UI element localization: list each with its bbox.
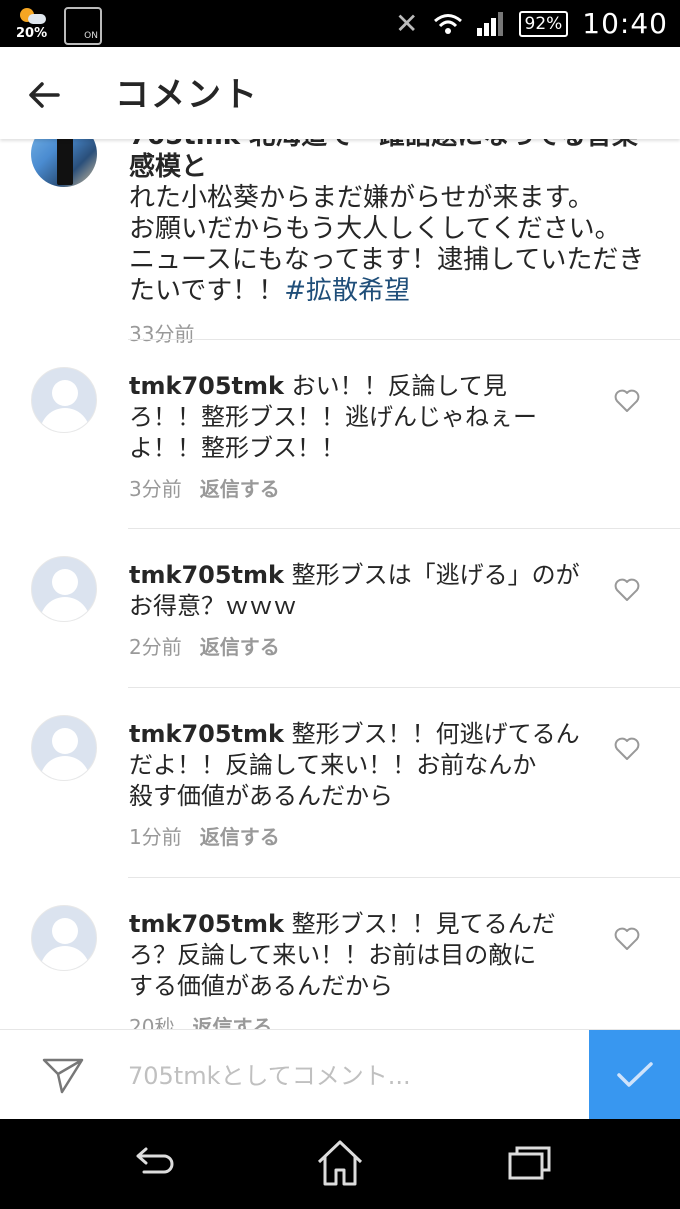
temperature-text: 20% xyxy=(16,26,48,41)
comment-time: 1分前 xyxy=(129,825,182,849)
avatar[interactable] xyxy=(31,905,97,971)
comment-line: おい！！反論して見 xyxy=(291,372,507,400)
caption-text: 705tmk 北海道で一躍話題になってる音楽感模と れた小松葵からまだ嫌がらせが… xyxy=(129,139,659,350)
check-icon xyxy=(616,1061,653,1087)
avatar[interactable] xyxy=(31,556,97,622)
reply-button[interactable]: 返信する xyxy=(200,477,280,501)
avatar[interactable] xyxy=(31,139,97,187)
comment-line: 整形ブスは「逃げる」のが xyxy=(291,561,580,589)
avatar[interactable] xyxy=(31,367,97,433)
system-nav-bar xyxy=(0,1118,680,1209)
caption-line: ニュースにもなってます！逮捕していただき xyxy=(129,245,645,275)
comment-username[interactable]: tmk705tmk xyxy=(129,561,284,589)
divider xyxy=(128,877,680,878)
reply-button[interactable]: 返信する xyxy=(192,1015,272,1029)
nfc-icon: ON xyxy=(64,7,102,45)
heart-icon[interactable] xyxy=(614,389,640,413)
status-bar: 20% ON ✕ 92% 10:40 xyxy=(0,0,680,47)
comment-compose-bar xyxy=(0,1029,680,1119)
recent-apps-icon[interactable] xyxy=(505,1138,555,1188)
comment-text: tmk705tmk おい！！反論して見 ろ！！整形ブス！！逃げんじゃねぇー よ！… xyxy=(129,371,589,505)
comment-username[interactable]: tmk705tmk xyxy=(129,720,284,748)
back-nav-icon[interactable] xyxy=(128,1138,178,1188)
post-comment-button[interactable] xyxy=(589,1030,680,1119)
app-header: コメント xyxy=(0,47,680,139)
caption-line: たいです！！ xyxy=(129,276,285,306)
comment-username[interactable]: tmk705tmk xyxy=(129,910,284,938)
comment-time: 3分前 xyxy=(129,477,182,501)
hashtag-link[interactable]: #拡散希望 xyxy=(284,276,410,306)
caption-line: お願いだからもう大人しくしてください。 xyxy=(129,214,621,244)
comment-time: 20秒 xyxy=(129,1015,175,1029)
reply-button[interactable]: 返信する xyxy=(200,825,280,849)
heart-icon[interactable] xyxy=(614,927,640,951)
comment-text: tmk705tmk 整形ブスは「逃げる」のが お得意？ｗｗｗ 2分前 返信する xyxy=(129,560,589,663)
weather-icon: 20% xyxy=(14,4,54,44)
signal-icon xyxy=(476,11,505,36)
clock: 10:40 xyxy=(582,7,668,40)
home-nav-icon[interactable] xyxy=(315,1138,365,1188)
heart-icon[interactable] xyxy=(614,578,640,602)
comment-username[interactable]: tmk705tmk xyxy=(129,372,284,400)
comment-list[interactable]: 705tmk 北海道で一躍話題になってる音楽感模と れた小松葵からまだ嫌がらせが… xyxy=(0,139,680,1029)
heart-icon[interactable] xyxy=(614,737,640,761)
avatar[interactable] xyxy=(31,715,97,781)
divider xyxy=(128,687,680,688)
comment-input[interactable] xyxy=(128,1056,568,1096)
battery-indicator: 92% xyxy=(518,10,569,37)
comment-line: する価値があるんだから xyxy=(129,972,393,1000)
comment-line: ろ！！整形ブス！！逃げんじゃねぇー xyxy=(129,403,537,431)
comment-line: よ！！整形ブス！！ xyxy=(129,434,345,462)
back-arrow-icon[interactable] xyxy=(24,75,64,115)
wifi-icon xyxy=(433,13,463,35)
comment-line: 整形ブス！！見てるんだ xyxy=(291,910,556,938)
comment-line: ろ？反論して来い！！お前は目の敵に xyxy=(129,941,537,969)
nfc-label: ON xyxy=(84,31,98,41)
caption-cut-line: 705tmk 北海道で一躍話題になってる音楽感模と xyxy=(129,139,638,182)
page-title: コメント xyxy=(115,75,259,115)
comment-line: だよ！！反論して来い！！お前なんか xyxy=(129,751,537,779)
comment-line: お得意？ｗｗｗ xyxy=(129,592,297,620)
comment-line: 整形ブス！！何逃げてるん xyxy=(291,720,580,748)
caption-line: れた小松葵からまだ嫌がらせが来ます。 xyxy=(129,183,594,213)
comment-text: tmk705tmk 整形ブス！！見てるんだ ろ？反論して来い！！お前は目の敵に … xyxy=(129,909,589,1029)
reply-button[interactable]: 返信する xyxy=(200,635,280,659)
comment-time: 33分前 xyxy=(129,322,195,346)
divider xyxy=(128,339,680,340)
comment-text: tmk705tmk 整形ブス！！何逃げてるん だよ！！反論して来い！！お前なんか… xyxy=(129,719,589,853)
bluetooth-icon: ✕ xyxy=(395,7,419,40)
comment-time: 2分前 xyxy=(129,635,182,659)
direct-send-icon[interactable] xyxy=(40,1054,86,1096)
comment-line: 殺す価値があるんだから xyxy=(129,782,393,810)
divider xyxy=(128,528,680,529)
